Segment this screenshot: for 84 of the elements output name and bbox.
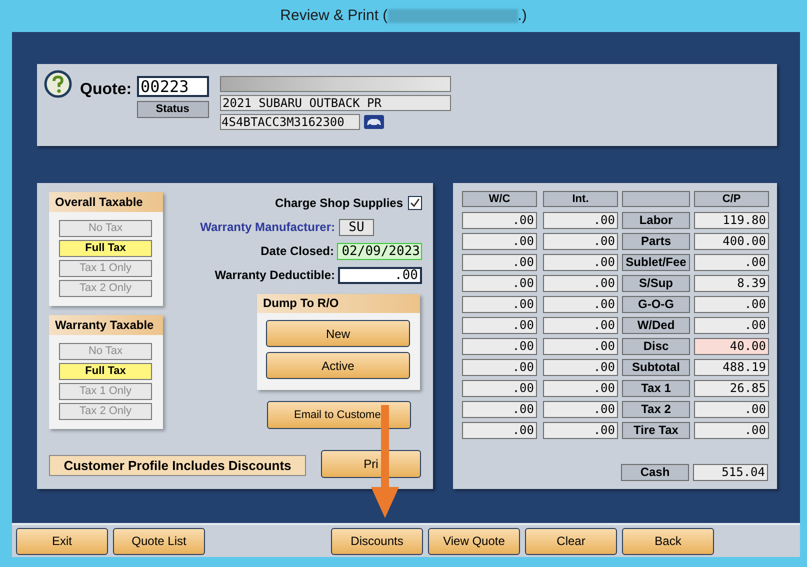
column-header: W/C [462,191,537,207]
charge-shop-supplies-checkbox[interactable] [408,196,422,210]
amount-cell: .00 [543,317,618,334]
amount-cell: .00 [462,317,537,334]
help-icon[interactable] [44,70,72,98]
row-label: Tax 2 [622,401,690,418]
warranty-deductible-field[interactable]: .00 [338,266,422,284]
footer-button[interactable]: Clear [525,528,617,554]
amount-cell: .00 [543,359,618,376]
car-icon[interactable] [364,115,384,129]
dump-button[interactable]: Active [266,352,410,379]
notice-label: Customer Profile Includes Discounts [49,455,306,476]
row-label: Disc [622,338,690,355]
window-title-suffix: .) [518,6,527,26]
status-button[interactable]: Status [136,101,209,118]
amount-cell: .00 [543,254,618,271]
customer-name-field[interactable] [220,76,451,92]
amount-cell: 119.80 [694,212,769,229]
row-label: S/Sup [622,275,690,292]
amount-cell: .00 [543,233,618,250]
amount-cell: .00 [694,317,769,334]
amount-cell: .00 [694,296,769,313]
warranty-deductible-label: Warranty Deductible: [214,267,335,284]
amount-cell: .00 [462,296,537,313]
amount-cell: .00 [543,212,618,229]
date-closed-field[interactable]: 02/09/2023 [337,242,422,260]
amount-cell: .00 [543,296,618,313]
row-label: Cash [621,464,689,481]
amount-cell: 488.19 [694,359,769,376]
row-label: Sublet/Fee [622,254,690,271]
dump-button[interactable]: New [266,320,410,347]
tax-option[interactable]: Full Tax [59,363,152,380]
dump-to-ro-title: Dump To R/O [257,294,420,313]
footer-button[interactable]: Back [622,528,714,554]
amount-cell: .00 [462,254,537,271]
amount-cell: .00 [694,422,769,439]
quote-number-field[interactable]: 00223 [136,76,209,97]
row-label: G-O-G [622,296,690,313]
warranty-manufacturer-label: Warranty Manufacturer: [200,219,335,236]
footer-button[interactable]: Discounts [331,528,423,554]
row-label: Parts [622,233,690,250]
date-closed-label: Date Closed: [260,243,334,260]
quote-label: Quote: [80,80,132,100]
tax-group-title: Warranty Taxable [49,315,163,335]
amount-cell: .00 [462,359,537,376]
vehicle-field[interactable]: 2021 SUBARU OUTBACK PR [220,95,451,111]
tax-group-title: Overall Taxable [49,192,163,212]
row-label: W/Ded [622,317,690,334]
email-button[interactable]: Email to Custome [267,401,411,429]
amount-cell: .00 [543,422,618,439]
warranty-manufacturer-field[interactable]: SU [339,218,374,236]
amount-cell: 40.00 [694,338,769,355]
tax-option[interactable]: Full Tax [59,240,152,257]
footer-button[interactable]: Exit [16,528,108,554]
amount-cell: 26.85 [694,380,769,397]
amount-cell: .00 [462,233,537,250]
footer-button[interactable]: Quote List [113,528,205,554]
amount-cell: .00 [543,275,618,292]
amount-cell: .00 [543,380,618,397]
amount-cell: .00 [543,401,618,418]
vin-field[interactable]: 4S4BTACC3M3162300 [220,114,360,130]
footer-button[interactable]: View Quote [428,528,520,554]
row-label: Tire Tax [622,422,690,439]
amount-cell: .00 [694,254,769,271]
amount-cell: .00 [462,338,537,355]
amount-cell: 8.39 [694,275,769,292]
print-button[interactable]: Pri [321,450,421,478]
column-header-blank [622,191,690,207]
amount-cell: .00 [543,338,618,355]
column-header: Int. [543,191,618,207]
row-label: Tax 1 [622,380,690,397]
amount-cell: 400.00 [694,233,769,250]
amount-cell: 515.04 [693,464,768,481]
column-header: C/P [694,191,769,207]
amount-cell: .00 [462,401,537,418]
row-label: Labor [622,212,690,229]
row-label: Subtotal [622,359,690,376]
amount-cell: .00 [462,275,537,292]
amount-cell: .00 [462,212,537,229]
amount-cell: .00 [462,422,537,439]
window-title: Review & Print ( [280,6,388,26]
amount-cell: .00 [462,380,537,397]
amount-cell: .00 [694,401,769,418]
charge-shop-supplies-label: Charge Shop Supplies [274,195,403,212]
